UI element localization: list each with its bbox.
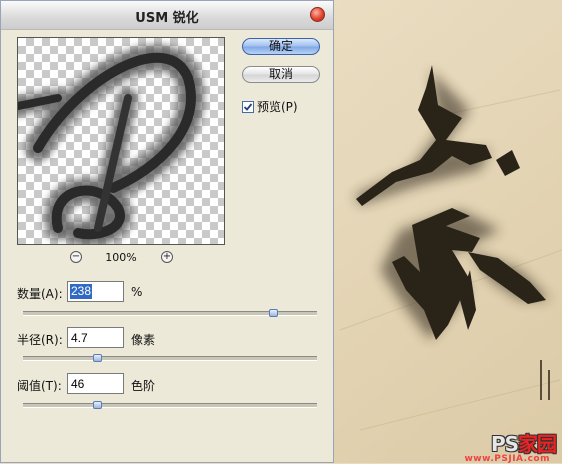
radius-input[interactable] <box>67 327 124 348</box>
threshold-row: 阈值(T): 色阶 <box>17 373 317 395</box>
preview-toggle[interactable]: 预览(P) <box>242 98 298 114</box>
threshold-slider-track <box>23 403 317 408</box>
radius-slider[interactable] <box>23 353 317 363</box>
radius-slider-track <box>23 356 317 361</box>
radius-unit: 像素 <box>131 333 156 347</box>
threshold-unit: 色阶 <box>131 379 156 393</box>
amount-row: 数量(A): 238 % <box>17 281 317 303</box>
threshold-slider-thumb[interactable] <box>92 401 102 409</box>
amount-slider-thumb[interactable] <box>268 309 278 317</box>
dialog-titlebar[interactable]: USM 锐化 <box>1 1 333 30</box>
preview-label: 预览(P) <box>257 100 298 114</box>
site-watermark: PS家园 <box>490 432 557 456</box>
preview-checkbox[interactable] <box>242 100 254 113</box>
preview-glyph <box>18 44 204 244</box>
amount-input[interactable] <box>67 281 124 302</box>
zoom-level: 100% <box>105 251 137 264</box>
usm-sharpen-dialog: USM 锐化 − 100% + 确定 取消 预览(P) 数量(A): 238 2… <box>0 0 334 463</box>
threshold-slider[interactable] <box>23 400 317 410</box>
threshold-label: 阈值(T): <box>17 379 62 393</box>
checkmark-icon <box>243 102 253 111</box>
cancel-button[interactable]: 取消 <box>242 66 320 83</box>
amount-slider[interactable] <box>23 308 317 318</box>
radius-row: 半径(R): 像素 <box>17 327 317 349</box>
threshold-input[interactable] <box>67 373 124 394</box>
ok-button[interactable]: 确定 <box>242 38 320 55</box>
radius-slider-thumb[interactable] <box>92 354 102 362</box>
zoom-controls: − 100% + <box>17 250 225 266</box>
close-icon[interactable] <box>310 7 325 22</box>
preview-canvas[interactable] <box>17 37 225 245</box>
amount-unit: % <box>131 285 143 299</box>
dialog-title: USM 锐化 <box>135 11 199 26</box>
zoom-in-icon[interactable]: + <box>161 251 173 263</box>
radius-label: 半径(R): <box>17 333 63 347</box>
amount-label: 数量(A): <box>17 287 63 301</box>
